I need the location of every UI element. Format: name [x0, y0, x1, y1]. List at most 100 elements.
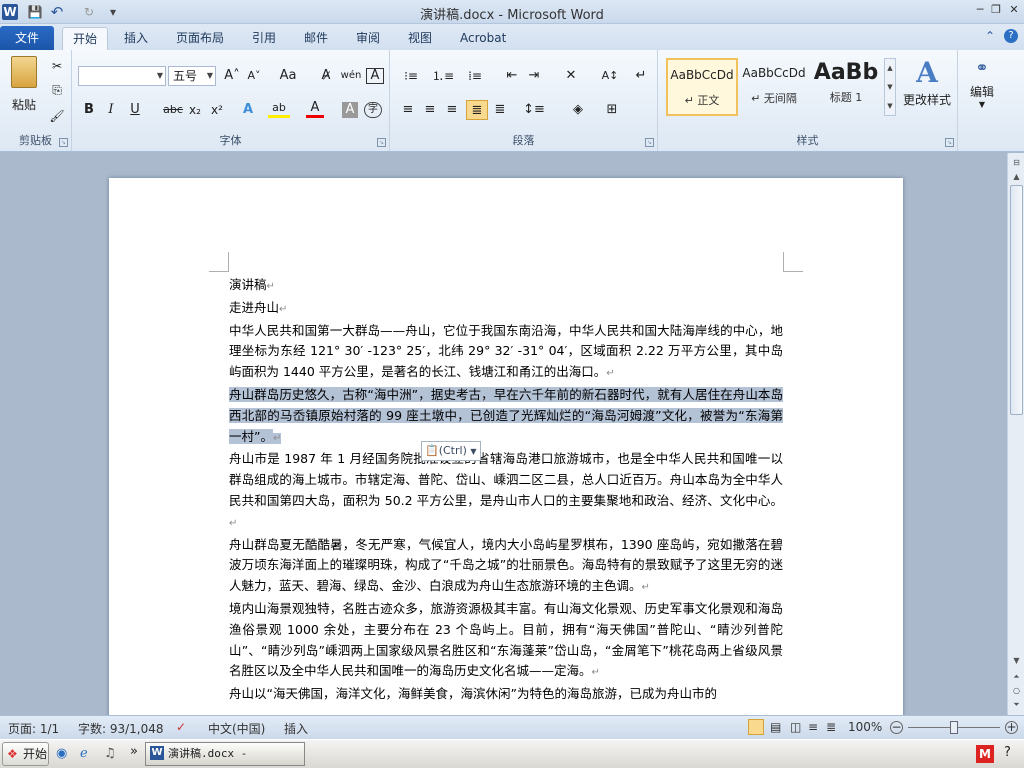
scroll-down-icon[interactable]: ▼ [1009, 653, 1024, 668]
previous-page-icon[interactable]: ⏶ [1009, 669, 1024, 684]
font-name-combo[interactable]: ▼ [78, 66, 166, 86]
justify-icon[interactable]: ≣ [466, 100, 488, 120]
tab-acrobat[interactable]: Acrobat [450, 27, 516, 50]
media-icon[interactable]: ♫ [104, 746, 116, 761]
paste-button[interactable]: 粘贴 [6, 56, 42, 116]
tab-home[interactable]: 开始 [62, 27, 109, 50]
multilevel-list-icon[interactable]: ⁞≡ [462, 66, 488, 86]
vertical-scrollbar[interactable]: ⊟ ▲ ▼ ⏶ ○ ⏷ [1007, 153, 1024, 715]
line-spacing-icon[interactable]: ↕≡ [522, 100, 546, 120]
page-count[interactable]: 页面: 1/1 [8, 720, 59, 737]
font-color-icon[interactable]: A [306, 100, 324, 118]
full-screen-icon[interactable]: ▤ [770, 720, 781, 734]
enclose-char-icon[interactable]: 字 [364, 102, 382, 118]
word-icon: W [150, 746, 164, 760]
tab-insert[interactable]: 插入 [114, 27, 158, 50]
sort-icon[interactable]: A↕ [598, 66, 622, 86]
tray-app-icon[interactable]: M [976, 745, 994, 763]
restore-button[interactable]: ❐ [986, 2, 1006, 18]
phonetic-guide-icon[interactable]: wén [340, 66, 362, 86]
shrink-font-icon[interactable]: A˅ [244, 66, 264, 86]
copy-icon[interactable]: ⎘ [48, 80, 66, 100]
tab-file[interactable]: 文件 [0, 26, 54, 50]
outline-icon[interactable]: ≡ [808, 720, 818, 734]
help-icon[interactable]: ? [1004, 29, 1018, 43]
subscript-button[interactable]: x₂ [186, 100, 204, 120]
ruler-toggle-icon[interactable]: ⊟ [1009, 155, 1024, 170]
language-indicator[interactable]: 中文(中国) [208, 720, 265, 737]
shading-icon[interactable]: ◈ [566, 100, 590, 120]
tab-mailings[interactable]: 邮件 [294, 27, 338, 50]
zoom-level[interactable]: 100% [848, 720, 882, 734]
zoom-in-button[interactable]: + [1005, 721, 1018, 734]
editing-button[interactable]: ⚭ 编辑 ▼ [962, 58, 1002, 109]
insert-mode[interactable]: 插入 [284, 720, 308, 737]
char-shading-icon[interactable]: A [342, 102, 358, 118]
grow-font-icon[interactable]: A˄ [222, 66, 242, 86]
bold-button[interactable]: B [80, 100, 98, 120]
styles-scroll[interactable]: ▲ ▼ ▼ [884, 58, 896, 116]
asian-layout-icon[interactable]: ✕ [558, 66, 584, 86]
align-right-icon[interactable]: ≡ [442, 100, 462, 120]
word-count[interactable]: 字数: 93/1,048 [78, 720, 164, 737]
clipboard-icon [11, 56, 37, 88]
browse-object-icon[interactable]: ○ [1009, 683, 1024, 698]
bullets-icon[interactable]: ⁝≡ [398, 66, 424, 86]
borders-icon[interactable]: ⊞ [600, 100, 624, 120]
taskbar-word-button[interactable]: W 演讲稿.docx - Micro... [145, 742, 305, 766]
highlight-icon[interactable]: ab [268, 100, 290, 118]
change-case-icon[interactable]: Aa [276, 66, 300, 86]
show-marks-icon[interactable]: ↵ [632, 66, 650, 86]
style-no-spacing[interactable]: AaBbCcDd ↵ 无间隔 [738, 58, 810, 116]
draft-icon[interactable]: ≣ [826, 720, 836, 734]
print-layout-icon[interactable] [748, 719, 764, 735]
clipboard-launcher-icon[interactable]: ↘ [59, 138, 68, 147]
underline-button[interactable]: U [126, 100, 144, 120]
styles-group-label: 样式 [796, 134, 819, 147]
align-left-icon[interactable]: ≡ [398, 100, 418, 120]
italic-button[interactable]: I [102, 100, 120, 120]
change-styles-icon: A [916, 56, 938, 89]
cut-icon[interactable]: ✂ [48, 56, 66, 76]
quicklaunch-icon[interactable]: ◉ [56, 746, 67, 761]
next-page-icon[interactable]: ⏷ [1009, 697, 1024, 712]
style-normal-name: ↵ 正文 [684, 94, 720, 107]
decrease-indent-icon[interactable]: ⇤ [502, 66, 522, 86]
superscript-button[interactable]: x² [208, 100, 226, 120]
paragraph-launcher-icon[interactable]: ↘ [645, 138, 654, 147]
tab-review[interactable]: 审阅 [346, 27, 390, 50]
tab-view[interactable]: 视图 [398, 27, 442, 50]
proofing-icon[interactable]: ✓ [176, 720, 186, 734]
close-button[interactable]: ✕ [1004, 2, 1024, 18]
distributed-icon[interactable]: ≣ [490, 100, 510, 120]
document-body[interactable]: 演讲稿↵ 走进舟山↵ 中华人民共和国第一大群岛——舟山，它位于我国东南沿海，中华… [229, 275, 783, 705]
strikethrough-button[interactable]: abc [162, 100, 184, 120]
font-launcher-icon[interactable]: ↘ [377, 138, 386, 147]
increase-indent-icon[interactable]: ⇥ [524, 66, 544, 86]
styles-launcher-icon[interactable]: ↘ [945, 138, 954, 147]
align-center-icon[interactable]: ≡ [420, 100, 440, 120]
style-heading-1[interactable]: AaBb 标题 1 [810, 58, 882, 116]
format-painter-icon[interactable]: 🖌 [48, 106, 66, 126]
numbering-icon[interactable]: ⒈≡ [430, 66, 456, 86]
font-size-combo[interactable]: 五号 ▼ [168, 66, 216, 86]
tab-references[interactable]: 引用 [242, 27, 286, 50]
tab-page-layout[interactable]: 页面布局 [166, 27, 234, 50]
tray-help-icon[interactable]: ? [1004, 745, 1011, 760]
text-effects-icon[interactable]: A [238, 100, 258, 120]
start-button[interactable]: ❖ 开始 [2, 742, 49, 766]
style-normal[interactable]: AaBbCcDd ↵ 正文 [666, 58, 738, 116]
web-layout-icon[interactable]: ◫ [790, 720, 801, 734]
doc-paragraph: 舟山群岛夏无酷酷暑，冬无严寒，气候宜人，境内大小岛屿星罗棋布，1390 座岛屿，… [229, 536, 783, 594]
zoom-slider-thumb[interactable] [950, 721, 958, 734]
scroll-up-icon[interactable]: ▲ [1009, 169, 1024, 184]
char-border-icon[interactable]: A [366, 68, 384, 84]
more-icon[interactable]: » [130, 744, 138, 759]
collapse-ribbon-icon[interactable]: ⌃ [985, 29, 995, 43]
scroll-thumb[interactable] [1010, 185, 1023, 415]
paste-options-button[interactable]: 📋(Ctrl) ▼ [421, 441, 481, 461]
change-styles-button[interactable]: A 更改样式 [898, 56, 956, 108]
ie-icon[interactable]: ℯ [80, 746, 88, 761]
zoom-out-button[interactable]: − [890, 721, 903, 734]
clear-format-icon[interactable]: A̷ [316, 66, 336, 86]
